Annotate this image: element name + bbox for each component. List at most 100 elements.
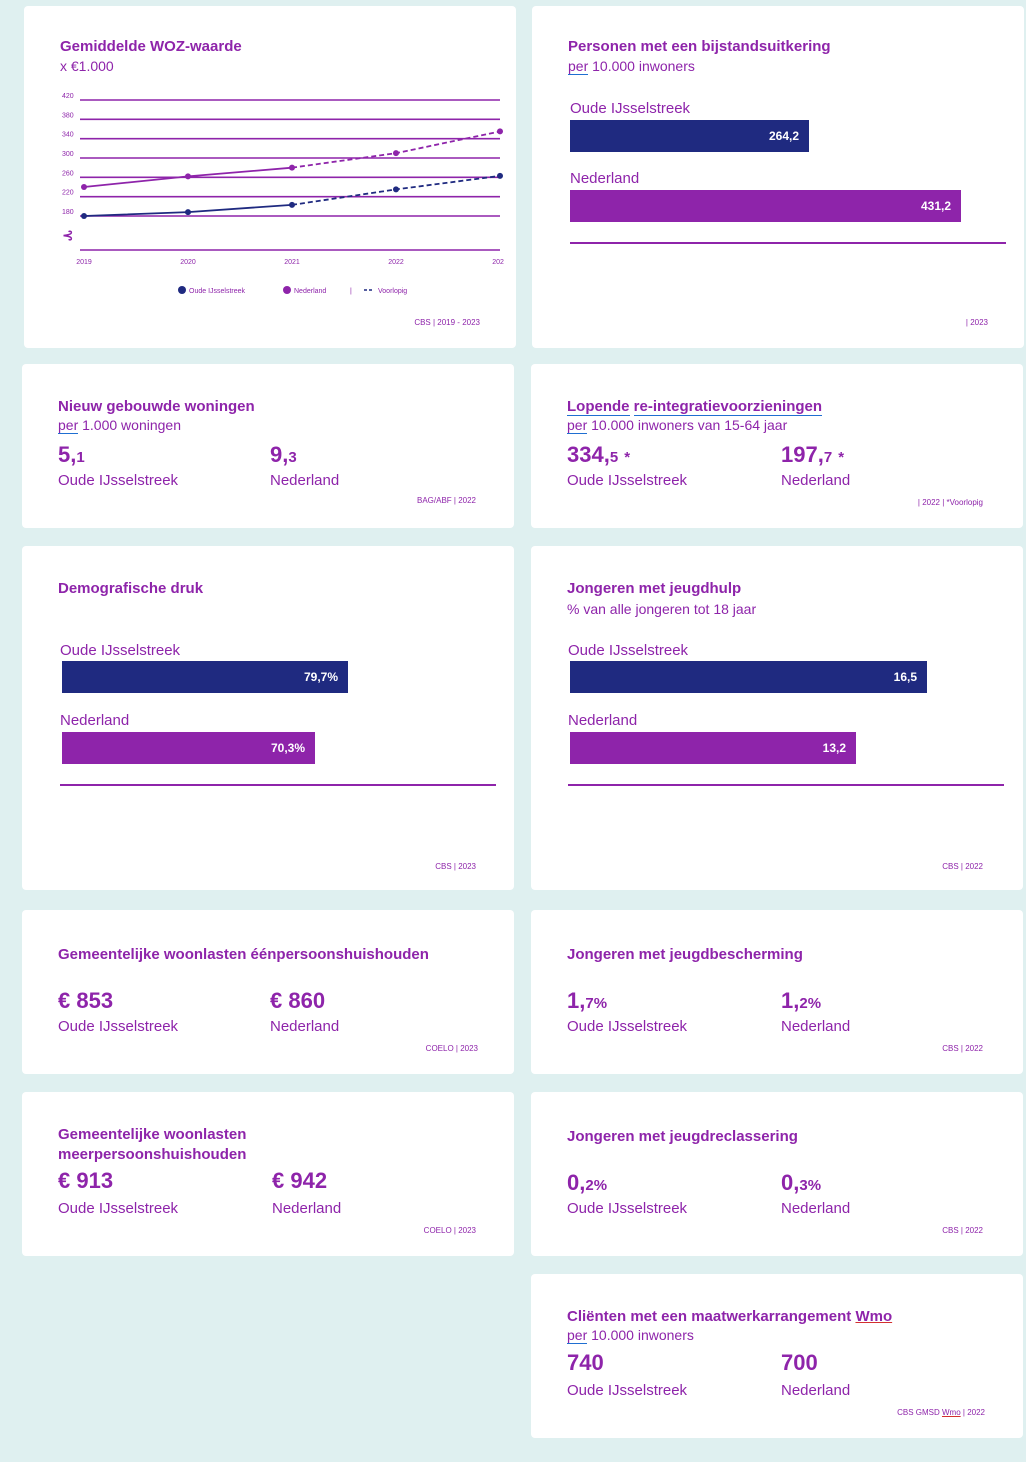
woonlasten-meer-nl-value: € 942 (272, 1168, 328, 1193)
axis-break-icon: ⊰ (62, 228, 74, 244)
reintegratie-nl-dec: 7 (823, 449, 833, 466)
legend-marker-nl (283, 286, 291, 294)
bijstand-nl-label: Nederland (570, 170, 640, 187)
jeugdhulp-oude-bar: 16,5 (570, 661, 927, 693)
bijstand-card: Personen met een bijstandsuitkering per … (532, 6, 1024, 348)
demografisch-oude-bar: 79,7% (62, 661, 348, 693)
jeugdhulp-card: Jongeren met jeugdhulp % van alle jonger… (531, 546, 1023, 890)
bijstand-oude-value: 264,2 (768, 129, 799, 143)
woningen-per: per (58, 417, 79, 434)
woz-y-tick-label: 260 (62, 170, 74, 177)
jeugdreclassering-card: Jongeren met jeugdreclassering 0,2% Oude… (531, 1092, 1023, 1256)
jeugdhulp-source: CBS | 2022 (942, 862, 983, 871)
woningen-nl-value: 9,3 (270, 442, 297, 468)
jeugdhulp-baseline (568, 784, 1004, 786)
woz-y-tick-label: 220 (62, 190, 74, 197)
reintegratie-title: Lopende re-integratievoorzieningen (567, 398, 823, 416)
wmo-source-wmo: Wmo (941, 1408, 961, 1417)
reintegratie-subtitle-text: 10.000 inwoners van 15-64 jaar (587, 417, 788, 433)
woonlasten-meer-nl-label: Nederland (272, 1200, 342, 1217)
woonlasten-een-oude-value: € 853 (58, 988, 114, 1013)
woningen-nl-dec: 3 (288, 449, 297, 466)
jeugdreclassering-source: CBS | 2022 (942, 1226, 983, 1235)
demografisch-nl-bar: 70,3% (62, 732, 315, 764)
reintegratie-oude-value: 334,5 * (567, 442, 630, 468)
jeugdreclassering-nl-dec: 3% (799, 1177, 822, 1194)
woningen-nl-int: 9, (270, 442, 289, 467)
reintegratie-oude-label: Oude IJsselstreek (567, 472, 688, 489)
legend-separator: | (350, 288, 352, 295)
woz-y-tick-label: 180 (62, 209, 74, 216)
reintegratie-nl-int: 197, (781, 442, 824, 467)
woonlasten-een-nl-label: Nederland (270, 1018, 340, 1035)
wmo-oude-value: 740 (567, 1350, 604, 1375)
woz-series-line-provisional (291, 130, 501, 169)
jeugdbescherming-oude-label: Oude IJsselstreek (567, 1018, 688, 1035)
reintegratie-source: | 2022 | *Voorlopig (917, 498, 983, 507)
woz-data-point (81, 213, 87, 219)
jeugdhulp-nl-value: 13,2 (822, 741, 846, 755)
jeugdreclassering-title: Jongeren met jeugdreclassering (567, 1128, 798, 1145)
bijstand-title: Personen met een bijstandsuitkering (568, 38, 831, 55)
bijstand-subtitle: per 10.000 inwoners (568, 58, 695, 75)
reintegratie-nl-star: * (838, 449, 845, 466)
woz-data-point (289, 201, 295, 208)
reintegratie-nl-value: 197,7 * (781, 442, 844, 468)
woningen-oude-value: 5,1 (58, 442, 85, 468)
woningen-oude-label: Oude IJsselstreek (58, 472, 179, 489)
legend-label-nl: Nederland (294, 288, 326, 295)
woonlasten-een-nl-value: € 860 (270, 988, 326, 1013)
woz-x-tick-label: 2019 (76, 259, 92, 266)
jeugdbescherming-source: CBS | 2022 (942, 1044, 983, 1053)
woz-data-point (289, 164, 295, 171)
jeugdbescherming-nl-dec: 2% (799, 995, 822, 1012)
woz-x-tick-label: 2021 (284, 259, 300, 266)
bijstand-source: | 2023 (966, 318, 988, 327)
woz-data-point (185, 173, 191, 180)
jeugdbescherming-nl-value: 1,2% (781, 988, 821, 1014)
woz-data-point (185, 209, 191, 216)
bijstand-per: per (568, 58, 589, 75)
woz-y-tick-label: 380 (62, 112, 74, 119)
reintegratie-oude-star: * (624, 449, 631, 466)
wmo-card: Cliënten met een maatwerkarrangement Wmo… (531, 1274, 1023, 1438)
woz-x-tick-label: 2020 (180, 259, 196, 266)
woz-data-point (497, 128, 503, 135)
jeugdbescherming-card: Jongeren met jeugdbescherming 1, 7% Oude … (531, 910, 1023, 1074)
woz-x-tick-label: 2022 (388, 259, 404, 266)
demografisch-oude-value: 79,7% (303, 670, 338, 684)
woonlasten-meer-oude-label: Oude IJsselstreek (58, 1200, 179, 1217)
woz-y-tick-label: 300 (62, 151, 74, 158)
woonlasten-meer-card: Gemeentelijke woonlasten meerpersoonshui… (22, 1092, 514, 1256)
woz-line-chart: 420 380 340 300 260 220 180 ⊰ 2019 2020 2021 2022 20… (62, 93, 504, 295)
woz-card: Gemiddelde WOZ-waarde x €1.000 420 380 340… (24, 6, 516, 348)
woz-title: Gemiddelde WOZ-waarde (60, 38, 242, 55)
bijstand-oude-label: Oude IJsselstreek (570, 100, 691, 117)
wmo-nl-label: Nederland (781, 1382, 851, 1399)
woz-y-tick-label: 420 (62, 93, 74, 100)
wmo-subtitle-text: 10.000 inwoners (587, 1327, 694, 1343)
jeugdhulp-subtitle: % van alle jongeren tot 18 jaar (567, 601, 757, 617)
woz-x-tick-label: 2023 (492, 259, 504, 266)
jeugdbescherming-nl-int: 1, (781, 988, 800, 1013)
bijstand-nl-value: 431,2 (920, 199, 951, 213)
legend-marker-oude (178, 286, 186, 294)
woz-data-point (81, 184, 87, 190)
jeugdbescherming-title: Jongeren met jeugdbescherming (567, 946, 803, 963)
bijstand-nl-bar: 431,2 (570, 190, 961, 222)
demografisch-card: Demografische druk Oude IJsselstreek 79,… (22, 546, 514, 890)
jeugdbescherming-nl-label: Nederland (781, 1018, 851, 1035)
demografisch-nl-value: 70,3% (270, 741, 305, 755)
bijstand-baseline (570, 242, 1006, 244)
jeugdhulp-title: Jongeren met jeugdhulp (567, 580, 742, 597)
woonlasten-een-card: Gemeentelijke woonlasten éénpersoonshuis… (22, 910, 514, 1074)
reintegratie-per: per (567, 417, 588, 434)
bijstand-subtitle-text: 10.000 inwoners (588, 58, 695, 74)
jeugdbescherming-oude-dec: 7% (585, 995, 608, 1012)
jeugdreclassering-nl-label: Nederland (781, 1200, 851, 1217)
woz-subtitle: x €1.000 (60, 58, 114, 74)
wmo-nl-value: 700 (781, 1350, 818, 1375)
woningen-oude-int: 5, (58, 442, 77, 467)
woningen-title: Nieuw gebouwde woningen (58, 398, 255, 415)
jeugdreclassering-oude-dec: 2% (585, 1177, 608, 1194)
